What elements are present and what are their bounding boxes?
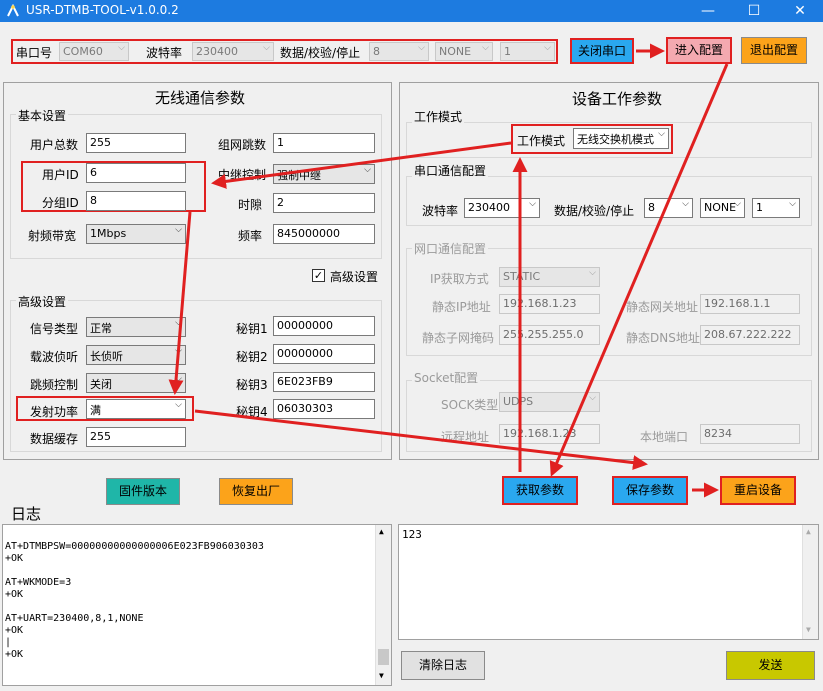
arrow-power-to-save [194,409,648,471]
arrow-enter-to-get [549,63,729,477]
annotation-arrows [168,43,729,498]
arrow-id-to-power [168,211,192,395]
arrow-mode-to-id [211,141,512,189]
